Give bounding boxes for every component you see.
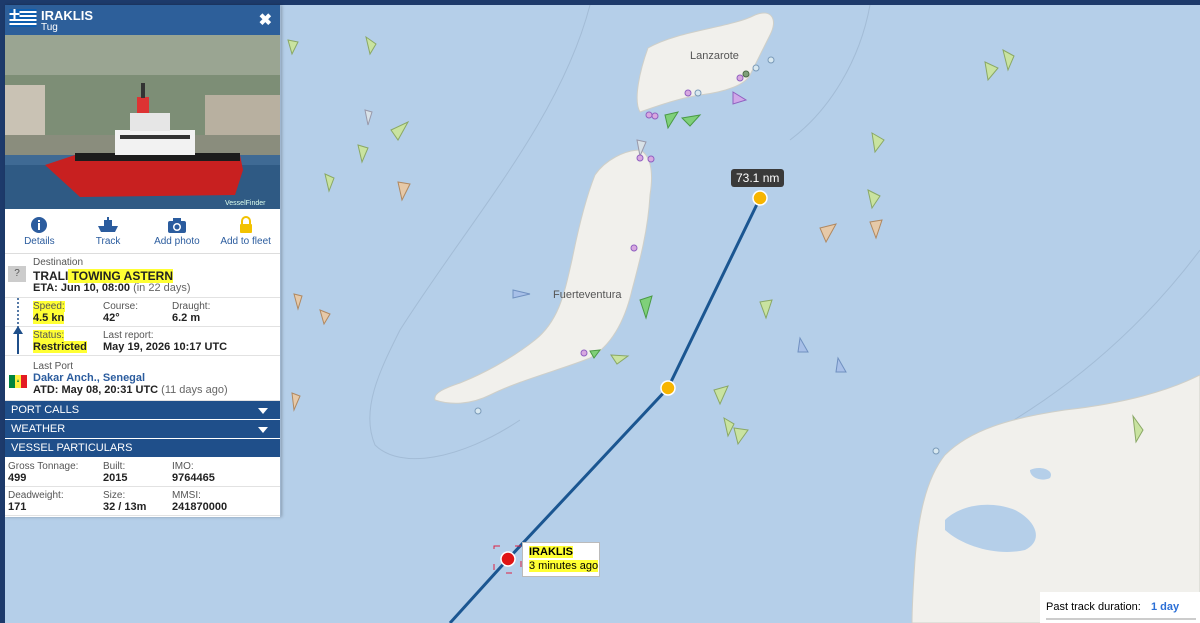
deadweight-value: 171: [8, 501, 27, 513]
destination-highlight: TOWING ASTERN: [68, 269, 173, 283]
camera-icon: [167, 217, 186, 233]
ship-icon: [98, 216, 119, 232]
size-label: Size:: [103, 490, 126, 501]
vessel-type: Tug: [41, 22, 58, 33]
vessel-photo[interactable]: VesselFinder: [5, 35, 280, 209]
last-report-value: May 19, 2026 10:17 UTC: [103, 341, 228, 353]
last-port-link[interactable]: Dakar Anch., Senegal: [33, 372, 145, 384]
size-value: 32 / 13m: [103, 501, 147, 513]
add-photo-button[interactable]: Add photo: [143, 209, 211, 253]
track-label: Track: [95, 235, 121, 247]
add-to-fleet-button[interactable]: Add to fleet: [212, 209, 280, 253]
atd-value: ATD: May 08, 20:31 UTC: [33, 384, 159, 396]
draught-label: Draught:: [172, 301, 211, 312]
destination-value: TRALI TOWING ASTERN: [33, 269, 173, 283]
track-end-point[interactable]: [752, 190, 768, 206]
tug-photo-image: VesselFinder: [5, 35, 280, 209]
particulars-row-1: Gross Tonnage: 499 Built: 2015 IMO: 9764465: [5, 458, 280, 487]
last-report-label: Last report:: [103, 330, 154, 341]
weather-label: WEATHER: [11, 423, 66, 435]
vessel-map-name: IRAKLIS: [529, 546, 573, 558]
status-value: Restricted: [33, 341, 87, 353]
eta-row: ETA: Jun 10, 08:00 (in 22 days): [33, 282, 191, 294]
port-calls-section[interactable]: PORT CALLS: [5, 401, 280, 420]
eta-value: ETA: Jun 10, 08:00: [33, 282, 130, 294]
mmsi-label: MMSI:: [172, 490, 201, 501]
imo-value: 9764465: [172, 472, 215, 484]
mmsi-value: 241870000: [172, 501, 228, 513]
course-value: 42°: [103, 312, 120, 324]
add-photo-label: Add photo: [154, 235, 200, 247]
particulars-label: VESSEL PARTICULARS: [11, 442, 133, 454]
vessel-name: IRAKLIS: [41, 8, 93, 23]
course-label: Course:: [103, 301, 139, 312]
speed-label: Speed:: [33, 301, 65, 312]
atd-row: ATD: May 08, 20:31 UTC (11 days ago): [33, 384, 228, 396]
eta-note: (in 22 days): [133, 282, 191, 294]
action-bar: Details Track Add photo Add to fleet: [5, 209, 280, 254]
unknown-port-icon: ?: [8, 266, 26, 282]
weather-section[interactable]: WEATHER: [5, 420, 280, 439]
chevron-down-icon: [258, 408, 268, 414]
island-label-lanzarote: Lanzarote: [690, 50, 739, 62]
destination-row: ? Destination TRALI TOWING ASTERN ETA: J…: [5, 254, 280, 298]
deadweight-label: Deadweight:: [8, 490, 64, 501]
island-label-fuerteventura: Fuerteventura: [553, 289, 622, 301]
last-port-row: Last Port Dakar Anch., Senegal ATD: May …: [5, 356, 280, 401]
close-button[interactable]: ✖: [259, 10, 272, 30]
track-duration-slider[interactable]: [1046, 618, 1196, 620]
destination-prefix: TRALI: [33, 269, 69, 283]
track-duration-value[interactable]: 1 day: [1151, 601, 1179, 613]
built-label: Built:: [103, 461, 126, 472]
track-button[interactable]: Track: [74, 209, 142, 253]
details-label: Details: [24, 235, 55, 247]
photo-watermark: VesselFinder: [225, 200, 266, 207]
status-label: Status:: [33, 330, 65, 341]
senegal-flag-icon: [9, 375, 27, 388]
particulars-row-2: Deadweight: 171 Size: 32 / 13m MMSI: 241870…: [5, 487, 280, 516]
track-point[interactable]: [660, 380, 676, 396]
track-duration-panel[interactable]: Past track duration: 1 day: [1040, 592, 1200, 623]
lock-icon: [239, 215, 252, 233]
vessel-particulars-section[interactable]: VESSEL PARTICULARS: [5, 439, 280, 458]
vessel-info-panel: IRAKLIS Tug ✖ VesselFinder Details Track…: [5, 5, 281, 517]
distance-tooltip: 73.1 nm: [731, 169, 785, 187]
vessel-map-age: 3 minutes ago: [529, 560, 599, 572]
draught-value: 6.2 m: [172, 312, 201, 324]
panel-header: IRAKLIS Tug ✖: [5, 5, 280, 35]
vessel-map-label[interactable]: IRAKLIS 3 minutes ago: [522, 542, 600, 577]
speed-value: 4.5 kn: [33, 312, 65, 324]
built-value: 2015: [103, 472, 128, 484]
port-calls-label: PORT CALLS: [11, 404, 80, 416]
last-port-label: Last Port: [33, 361, 74, 372]
info-icon: [31, 216, 48, 233]
gross-tonnage-value: 499: [8, 472, 27, 484]
destination-label: Destination: [33, 257, 84, 268]
greece-flag-icon: [9, 9, 37, 27]
details-button[interactable]: Details: [5, 209, 73, 253]
track-duration-label: Past track duration:: [1046, 601, 1141, 613]
speed-row: Speed: 4.5 kn Course: 42° Draught: 6.2 m: [5, 298, 280, 354]
atd-note: (11 days ago): [161, 384, 228, 396]
status-row: Status: Restricted Last report: May 19, …: [5, 327, 280, 356]
imo-label: IMO:: [172, 461, 194, 472]
chevron-down-icon: [258, 427, 268, 433]
gross-tonnage-label: Gross Tonnage:: [8, 461, 79, 472]
add-to-fleet-label: Add to fleet: [220, 235, 271, 247]
